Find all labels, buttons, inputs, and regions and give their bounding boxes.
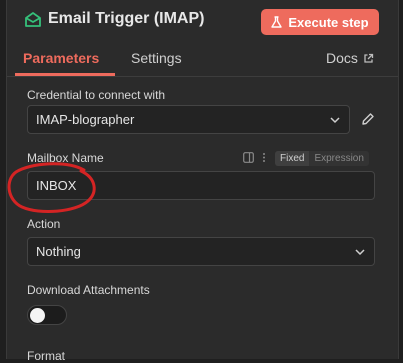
tab-docs-label: Docs: [326, 50, 358, 66]
flask-icon: [271, 16, 283, 28]
credential-select[interactable]: IMAP-blographer: [27, 105, 350, 134]
credential-value: IMAP-blographer: [36, 112, 135, 127]
credential-label: Credential to connect with: [27, 88, 166, 102]
active-tab-indicator: [15, 73, 115, 76]
download-attachments-toggle[interactable]: [27, 305, 67, 325]
node-panel: Email Trigger (IMAP) Execute step Parame…: [6, 0, 399, 363]
execute-step-button[interactable]: Execute step: [261, 9, 379, 35]
chevron-down-icon: [330, 117, 340, 124]
mode-fixed-option[interactable]: Fixed: [275, 151, 310, 166]
execute-step-label: Execute step: [288, 14, 369, 30]
envelope-open-icon: [25, 12, 41, 27]
mailbox-name-label: Mailbox Name: [27, 151, 104, 165]
mailbox-name-value: INBOX: [36, 178, 77, 193]
action-value: Nothing: [36, 244, 81, 259]
panel-icon[interactable]: [243, 152, 254, 163]
chevron-down-icon: [355, 249, 365, 256]
action-select[interactable]: Nothing: [27, 237, 375, 266]
tab-bar: Parameters Settings Docs: [7, 42, 398, 77]
more-options-icon[interactable]: [262, 152, 266, 163]
field-options: [243, 152, 266, 163]
toggle-knob: [30, 308, 45, 323]
node-title: Email Trigger (IMAP): [48, 10, 205, 27]
download-attachments-label: Download Attachments: [27, 283, 150, 297]
tab-parameters[interactable]: Parameters: [23, 50, 99, 66]
format-label: Format: [27, 349, 66, 363]
panel-header: Email Trigger (IMAP) Execute step: [7, 0, 398, 42]
action-label: Action: [27, 217, 61, 231]
external-link-icon: [364, 53, 374, 63]
mailbox-name-input[interactable]: INBOX: [27, 171, 375, 200]
tab-docs[interactable]: Docs: [326, 50, 374, 66]
mode-expression-option[interactable]: Expression: [309, 151, 368, 166]
tab-settings[interactable]: Settings: [131, 50, 182, 66]
pencil-icon[interactable]: [361, 112, 375, 126]
mailbox-mode-toggle: Fixed Expression: [275, 151, 369, 166]
